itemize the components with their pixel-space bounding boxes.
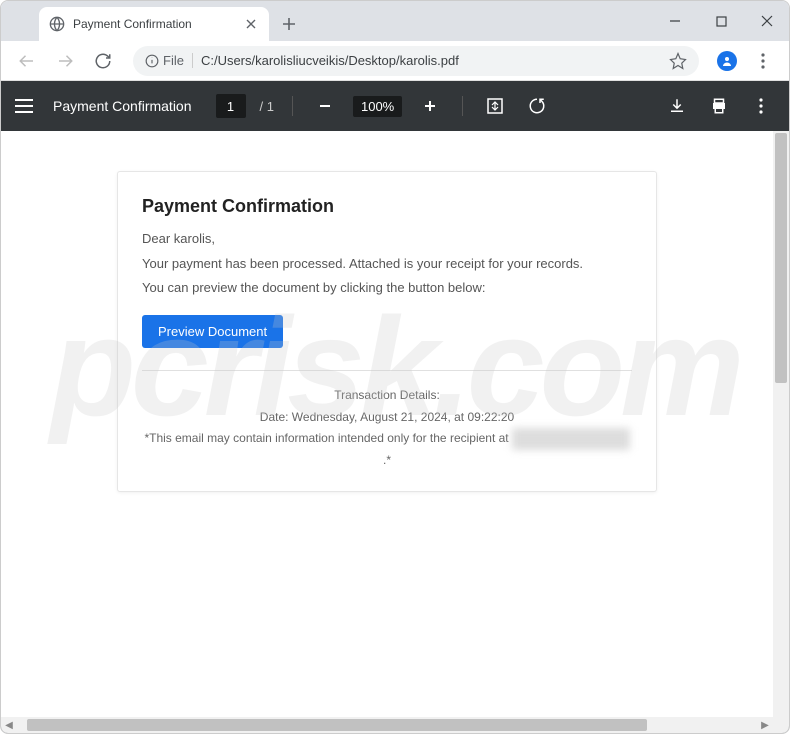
browser-window: Payment Confirmation File C:/Users/karol… [0, 0, 790, 734]
close-icon[interactable] [243, 16, 259, 32]
horizontal-scrollbar[interactable]: ◀ ▶ [1, 717, 773, 733]
pdf-menu-icon[interactable] [15, 99, 33, 113]
doc-line-1: Your payment has been processed. Attache… [142, 252, 632, 277]
pdf-page: Payment Confirmation Dear karolis, Your … [1, 131, 773, 717]
profile-button[interactable] [713, 47, 741, 75]
transaction-date: Date: Wednesday, August 21, 2024, at 09:… [142, 407, 632, 429]
info-icon [145, 54, 159, 68]
horizontal-scrollbar-thumb[interactable] [27, 719, 647, 731]
file-label: File [163, 53, 193, 68]
back-button[interactable] [11, 45, 43, 77]
print-button[interactable] [705, 92, 733, 120]
preview-document-button[interactable]: Preview Document [142, 315, 283, 348]
zoom-out-button[interactable] [311, 92, 339, 120]
download-button[interactable] [663, 92, 691, 120]
vertical-scrollbar-thumb[interactable] [775, 133, 787, 383]
window-controls [661, 1, 781, 41]
address-bar[interactable]: File C:/Users/karolisliucveikis/Desktop/… [133, 46, 699, 76]
browser-tab[interactable]: Payment Confirmation [39, 7, 269, 41]
close-window-button[interactable] [753, 7, 781, 35]
scroll-right-icon[interactable]: ▶ [757, 717, 773, 733]
footer-prefix: *This email may contain information inte… [144, 431, 512, 445]
bookmark-star-icon[interactable] [669, 52, 687, 70]
scroll-left-icon[interactable]: ◀ [1, 717, 17, 733]
doc-line-2: You can preview the document by clicking… [142, 276, 632, 301]
rotate-button[interactable] [523, 92, 551, 120]
redacted-recipient: redacted@email.com [512, 428, 630, 450]
file-chip: File [145, 53, 193, 68]
minimize-button[interactable] [661, 7, 689, 35]
url-text: C:/Users/karolisliucveikis/Desktop/karol… [201, 53, 661, 68]
maximize-button[interactable] [707, 7, 735, 35]
tab-strip: Payment Confirmation [1, 1, 789, 41]
page-total: / 1 [260, 99, 274, 114]
details-label: Transaction Details: [142, 385, 632, 407]
footer-suffix: .* [383, 453, 391, 467]
doc-heading: Payment Confirmation [142, 196, 632, 217]
divider [142, 370, 632, 371]
reload-button[interactable] [87, 45, 119, 77]
tab-title: Payment Confirmation [73, 17, 235, 31]
new-tab-button[interactable] [275, 10, 303, 38]
document-card: Payment Confirmation Dear karolis, Your … [117, 171, 657, 492]
vertical-scrollbar[interactable] [773, 131, 789, 717]
browser-toolbar: File C:/Users/karolisliucveikis/Desktop/… [1, 41, 789, 81]
globe-icon [49, 16, 65, 32]
browser-menu-button[interactable] [747, 45, 779, 77]
zoom-in-button[interactable] [416, 92, 444, 120]
scroll-corner [773, 717, 789, 733]
footer-notice: *This email may contain information inte… [142, 428, 632, 471]
pdf-toolbar: Payment Confirmation 1 / 1 100% [1, 81, 789, 131]
zoom-level[interactable]: 100% [353, 96, 402, 117]
doc-greeting: Dear karolis, [142, 227, 632, 252]
forward-button[interactable] [49, 45, 81, 77]
person-icon [721, 55, 733, 67]
page-current-input[interactable]: 1 [216, 94, 246, 118]
fit-page-button[interactable] [481, 92, 509, 120]
pdf-more-button[interactable] [747, 92, 775, 120]
transaction-details: Transaction Details: Date: Wednesday, Au… [142, 385, 632, 471]
pdf-title: Payment Confirmation [53, 98, 192, 114]
pdf-viewport: Payment Confirmation Dear karolis, Your … [1, 131, 789, 733]
